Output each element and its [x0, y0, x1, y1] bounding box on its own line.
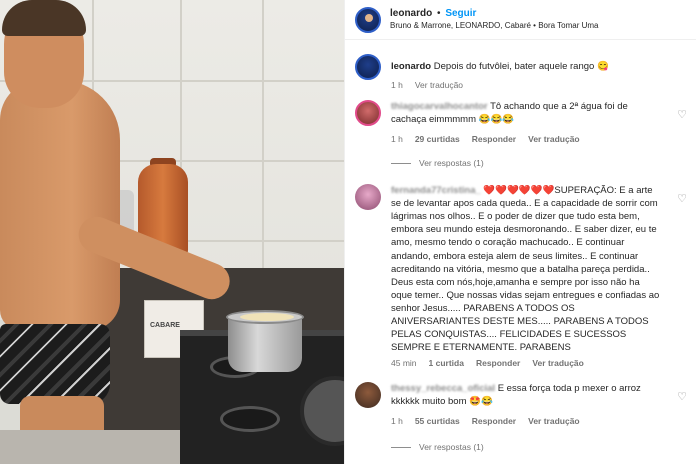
author-avatar[interactable]	[355, 6, 381, 33]
comment-text: thessy_rebecca_oficial E essa força toda…	[391, 382, 663, 408]
caption-meta: 1 h Ver tradução	[391, 80, 463, 90]
comment-time: 1 h	[391, 416, 403, 426]
reply-button[interactable]: Responder	[476, 358, 520, 368]
burner	[220, 406, 280, 432]
caption-username[interactable]: leonardo	[391, 61, 431, 72]
caption-body: Depois do futvôlei, bater aquele rango 😋	[433, 61, 609, 72]
comment-time: 45 min	[391, 358, 417, 368]
comment-time: 1 h	[391, 134, 403, 144]
replies-line	[391, 162, 411, 164]
caption-text: leonardo Depois do futvôlei, bater aquel…	[391, 60, 663, 73]
author-username[interactable]: leonardo	[390, 8, 432, 19]
comment-username[interactable]: fernanda77cristina_	[391, 185, 481, 196]
heart-icon[interactable]: ♡	[677, 108, 687, 121]
view-replies-label[interactable]: Ver respostas (1)	[419, 442, 484, 452]
view-replies-label[interactable]: Ver respostas (1)	[419, 158, 484, 168]
commenter-avatar[interactable]	[355, 184, 381, 210]
heart-icon[interactable]: ♡	[677, 390, 687, 403]
caption-translate-link[interactable]: Ver tradução	[415, 80, 463, 90]
commenter-avatar[interactable]	[355, 382, 381, 408]
comment-likes[interactable]: 55 curtidas	[415, 416, 460, 426]
translate-link[interactable]: Ver tradução	[528, 416, 580, 426]
comment-meta: 1 h 55 curtidas Responder Ver tradução	[391, 416, 580, 426]
comment-username[interactable]: thessy_rebecca_oficial	[391, 383, 495, 394]
caption-time: 1 h	[391, 80, 403, 90]
post-sidebar: leonardo • Seguir Bruno & Marrone, LEONA…	[344, 0, 696, 464]
comment-likes[interactable]: 29 curtidas	[415, 134, 460, 144]
comment-meta: 1 h 29 curtidas Responder Ver tradução	[391, 134, 580, 144]
audio-subtitle[interactable]: Bruno & Marrone, LEONARDO, Cabaré • Bora…	[390, 21, 599, 32]
translate-link[interactable]: Ver tradução	[528, 134, 580, 144]
comment-text: fernanda77cristina_ ❤️❤️❤️❤️❤️❤️SUPERAÇÃ…	[391, 184, 663, 354]
reply-button[interactable]: Responder	[472, 134, 516, 144]
floor	[0, 430, 180, 464]
translate-link[interactable]: Ver tradução	[532, 358, 584, 368]
comment-meta: 45 min 1 curtida Responder Ver tradução	[391, 358, 584, 368]
comment-body: ❤️❤️❤️❤️❤️❤️SUPERAÇÃO: E a arte se de le…	[391, 185, 660, 354]
commenter-avatar[interactable]	[355, 100, 381, 126]
person-hair	[2, 0, 86, 36]
reply-button[interactable]: Responder	[472, 416, 516, 426]
swim-shorts	[0, 324, 110, 404]
view-replies[interactable]: Ver respostas (1)	[391, 158, 484, 168]
person-torso	[0, 80, 120, 330]
view-replies[interactable]: Ver respostas (1)	[391, 442, 484, 452]
author-avatar[interactable]	[355, 54, 381, 80]
follow-button[interactable]: Seguir	[445, 8, 476, 19]
post-photo[interactable]: CABARE	[0, 0, 344, 464]
separator-dot: •	[437, 8, 441, 20]
rice	[240, 313, 294, 321]
heart-icon[interactable]: ♡	[677, 192, 687, 205]
box-label: CABARE	[150, 322, 180, 329]
comment-username[interactable]: thiagocarvalhocantor	[391, 101, 488, 112]
comment-text: thiagocarvalhocantor Tô achando que a 2ª…	[391, 100, 663, 126]
comment-likes[interactable]: 1 curtida	[429, 358, 464, 368]
replies-line	[391, 446, 411, 448]
post-header: leonardo • Seguir Bruno & Marrone, LEONA…	[345, 0, 696, 40]
header-text: leonardo • Seguir Bruno & Marrone, LEONA…	[390, 7, 599, 31]
